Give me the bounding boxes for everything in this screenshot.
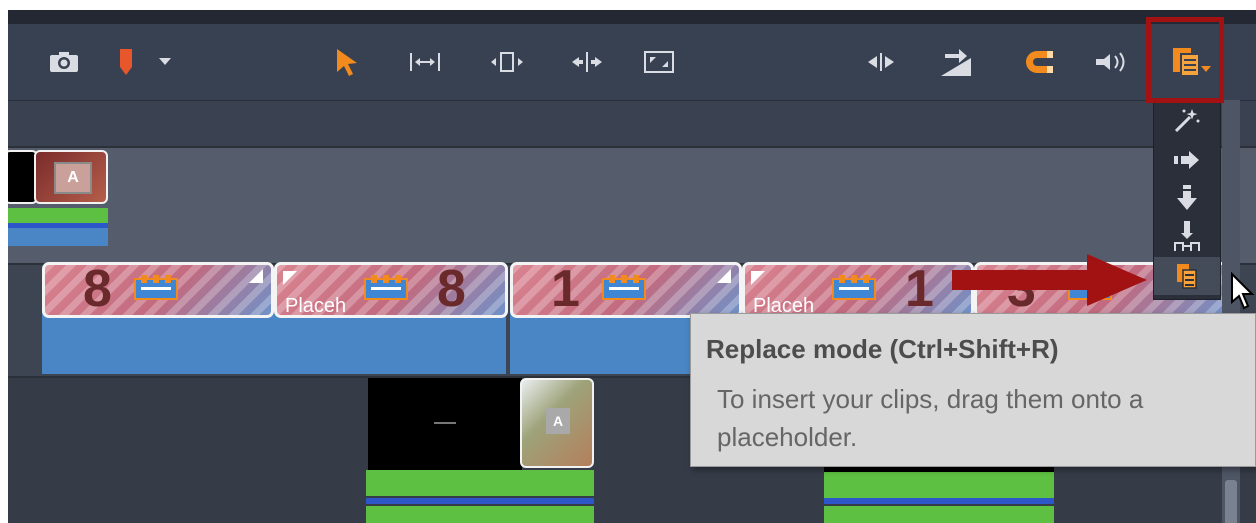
placeholder-clip[interactable]: Placeh 8 [274,262,508,318]
scrollbar-thumb[interactable] [1225,480,1237,523]
timeline-toolbar [8,24,1256,100]
camera-icon[interactable] [44,24,84,100]
ripple-trim-icon[interactable] [404,24,446,100]
audio-level-line [366,498,594,504]
marker-icon[interactable] [112,24,140,100]
insert-gap-icon[interactable] [934,24,978,100]
pushed-mode-item[interactable] [1154,217,1220,255]
dropdown-arrow-icon[interactable] [154,24,176,100]
thumbnail-content [434,422,456,424]
overwrite-mode-icon [1177,185,1197,210]
placeholder-number: 8 [83,262,112,318]
corner-triangle-icon [249,269,263,283]
tooltip-title: Replace mode (Ctrl+Shift+R) [706,334,1059,364]
insert-mode-icon [1174,151,1199,169]
overwrite-mode-item[interactable] [1154,179,1220,217]
placeholder-clip[interactable]: Placeh 1 [742,262,974,318]
audio-level-bar [366,470,594,496]
placeholder-media-icon [832,275,876,300]
thumbnail-letter: A [54,162,92,194]
annotation-highlight-box [1146,17,1224,103]
replace-mode-item[interactable] [1154,257,1220,295]
audio-level-bar [824,506,1054,523]
slip-trim-icon[interactable] [486,24,528,100]
placeholder-clip[interactable]: 8 [42,262,274,318]
replace-mode-icon [1177,264,1197,289]
title-strip [8,10,1256,24]
audio-level-bar [824,472,1054,498]
placeholder-number: 1 [905,262,934,318]
audio-waveform [8,228,108,246]
pushed-mode-icon [1174,221,1200,251]
placeholder-clip[interactable]: 1 [510,262,742,318]
audio-level-bar [366,506,594,523]
pointer-arrow-icon[interactable] [330,24,364,100]
replace-mode-tooltip: Replace mode (Ctrl+Shift+R) To insert yo… [690,313,1256,467]
placeholder-label: Placeh [285,295,347,317]
annotation-arrow-icon [952,254,1147,306]
audio-level-bar [8,208,108,223]
placeholder-number: 1 [551,262,580,318]
smart-mode-icon [1174,109,1200,133]
smart-mode-item[interactable] [1154,101,1220,139]
split-icon[interactable] [860,24,902,100]
thumbnail-letter: A [546,408,570,434]
corner-triangle-icon [717,269,731,283]
title-clip-thumbnail[interactable]: A [520,378,594,468]
magnet-icon[interactable] [1018,24,1060,100]
placeholder-media-icon [134,275,178,300]
video-track-1[interactable] [8,146,1256,265]
insert-mode-item[interactable] [1154,141,1220,179]
placeholder-media-icon [602,275,646,300]
audio-level-line [824,498,1054,504]
video-clip-thumbnail[interactable] [368,378,522,470]
placeholder-number: 8 [437,262,466,318]
editing-mode-menu [1153,98,1221,300]
title-clip-thumbnail[interactable]: A [34,150,108,204]
corner-triangle-icon [283,271,297,285]
slide-trim-icon[interactable] [566,24,608,100]
audio-scrub-icon[interactable] [1090,24,1134,100]
tooltip-description: To insert your clips, drag them onto a p… [717,384,1144,452]
stretch-icon[interactable] [638,24,680,100]
placeholder-media-icon [364,275,408,300]
timeline-ruler[interactable] [8,100,1256,147]
mouse-cursor-icon [1231,272,1255,310]
corner-triangle-icon [751,271,765,285]
